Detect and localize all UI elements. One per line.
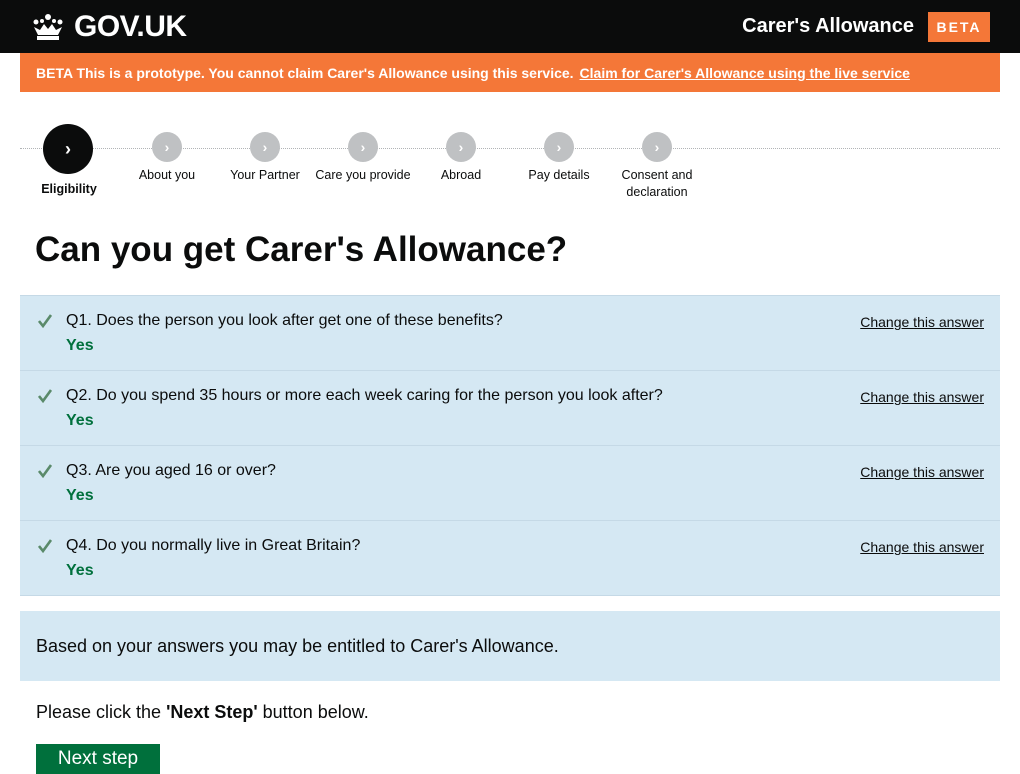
question-text: Q4. Do you normally live in Great Britai… bbox=[66, 537, 361, 554]
step-label: Eligibility bbox=[41, 182, 97, 196]
phase-tag: BETA bbox=[928, 12, 990, 42]
answer-row-q1: Q1. Does the person you look after get o… bbox=[20, 296, 1000, 371]
answer-row-q4: Q4. Do you normally live in Great Britai… bbox=[20, 521, 1000, 596]
answer-value: Yes bbox=[66, 337, 94, 354]
chevron-right-icon: › bbox=[446, 132, 476, 162]
live-service-link[interactable]: Claim for Carer's Allowance using the li… bbox=[580, 65, 910, 81]
answer-value: Yes bbox=[66, 487, 94, 504]
result-text: Based on your answers you may be entitle… bbox=[36, 635, 559, 656]
chevron-right-icon: › bbox=[43, 124, 93, 174]
chevron-right-icon: › bbox=[250, 132, 280, 162]
instruction-after: button below. bbox=[257, 702, 369, 722]
tick-icon bbox=[38, 314, 52, 328]
tick-icon bbox=[38, 539, 52, 553]
answer-row-q3: Q3. Are you aged 16 or over? Yes Change … bbox=[20, 446, 1000, 521]
tick-icon bbox=[38, 389, 52, 403]
instruction-before: Please click the bbox=[36, 702, 167, 722]
change-answer-link[interactable]: Change this answer bbox=[860, 313, 984, 331]
chevron-right-icon: › bbox=[152, 132, 182, 162]
change-answer-link[interactable]: Change this answer bbox=[860, 388, 984, 406]
answer-row-q2: Q2. Do you spend 35 hours or more each w… bbox=[20, 371, 1000, 446]
step-label: Care you provide bbox=[315, 168, 411, 182]
step-label: About you bbox=[138, 168, 196, 182]
instruction-emphasis: 'Next Step' bbox=[166, 702, 258, 722]
service-name-link[interactable]: Carer's Allowance bbox=[742, 15, 914, 38]
eligibility-result-panel: Based on your answers you may be entitle… bbox=[20, 611, 1000, 681]
change-answer-link[interactable]: Change this answer bbox=[860, 463, 984, 481]
chevron-right-icon: › bbox=[642, 132, 672, 162]
next-step-instruction: Please click the 'Next Step' button belo… bbox=[36, 700, 369, 724]
tick-icon bbox=[38, 464, 52, 478]
answers-summary: Q1. Does the person you look after get o… bbox=[20, 295, 1000, 596]
page-title: Can you get Carer's Allowance? bbox=[35, 230, 568, 269]
chevron-right-icon: › bbox=[544, 132, 574, 162]
step-label: Consent and declaration bbox=[621, 168, 693, 199]
crown-icon bbox=[33, 14, 63, 40]
beta-banner-text: BETA This is a prototype. You cannot cla… bbox=[36, 64, 574, 81]
question-text: Q1. Does the person you look after get o… bbox=[66, 312, 503, 329]
change-answer-link[interactable]: Change this answer bbox=[860, 538, 984, 556]
step-label: Pay details bbox=[528, 168, 590, 182]
question-text: Q3. Are you aged 16 or over? bbox=[66, 462, 276, 479]
answer-value: Yes bbox=[66, 412, 94, 429]
site-header: GOV.UK Carer's Allowance BETA bbox=[0, 0, 1020, 53]
next-step-button[interactable]: Next step bbox=[36, 744, 160, 774]
step-label: Abroad bbox=[440, 168, 482, 182]
logo-wordmark: GOV.UK bbox=[74, 10, 187, 43]
step-label: Your Partner bbox=[230, 168, 300, 182]
beta-banner: BETA This is a prototype. You cannot cla… bbox=[20, 53, 1000, 92]
govuk-logo-link[interactable]: GOV.UK bbox=[30, 10, 187, 44]
chevron-right-icon: › bbox=[348, 132, 378, 162]
question-text: Q2. Do you spend 35 hours or more each w… bbox=[66, 387, 663, 404]
answer-value: Yes bbox=[66, 562, 94, 579]
